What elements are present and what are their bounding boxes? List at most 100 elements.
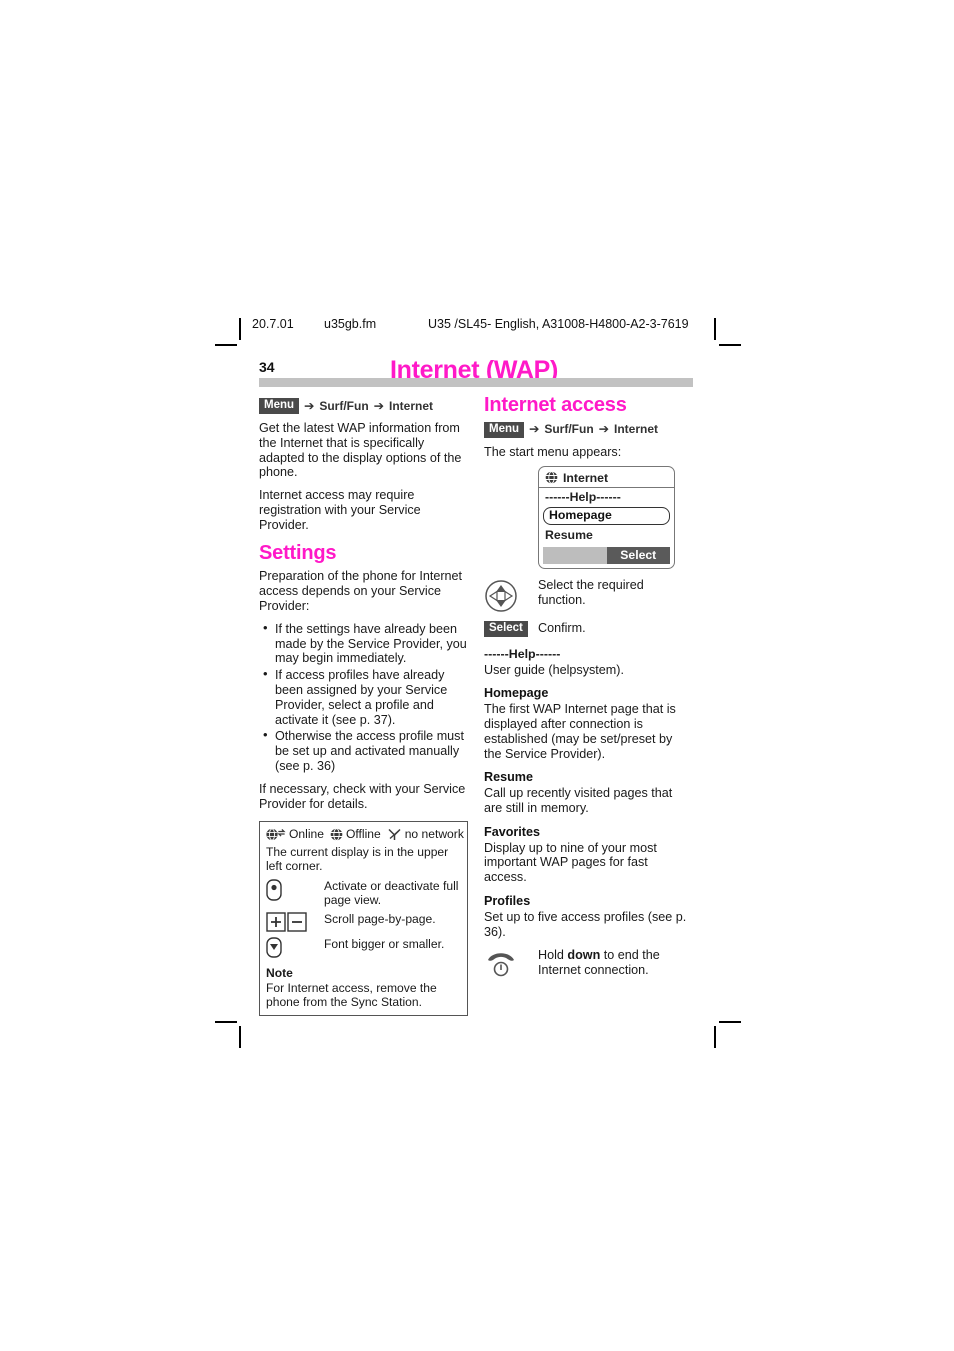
phone-softkey-bar: Select bbox=[543, 546, 670, 564]
table-row: Font bigger or smaller. bbox=[266, 935, 461, 961]
end-call-key-row: Hold down to end the Internet connection… bbox=[484, 948, 693, 979]
running-head-date: 20.7.01 bbox=[252, 317, 294, 331]
select-badge-cell: Select bbox=[484, 620, 538, 637]
phone-display-mock: Internet ------Help------ Homepage Resum… bbox=[538, 465, 693, 569]
arrow-right-icon: ➔ bbox=[304, 398, 315, 413]
page-number: 34 bbox=[259, 359, 275, 375]
running-head: 20.7.01 u35gb.fm U35 /SL45- English, A3100… bbox=[252, 317, 712, 331]
settings-bullet-list: If the settings have already been made b… bbox=[259, 621, 468, 774]
breadcrumb-item-surf-fun[interactable]: Surf/Fun bbox=[544, 422, 593, 437]
entry-heading-profiles: Profiles bbox=[484, 893, 531, 908]
intro-paragraph-2: Internet access may require registration… bbox=[259, 488, 421, 532]
entry-heading-favorites: Favorites bbox=[484, 824, 540, 839]
entry-heading-help: ------Help------ bbox=[484, 646, 561, 661]
breadcrumb-item-internet[interactable]: Internet bbox=[614, 422, 658, 437]
confirm-description: Confirm. bbox=[538, 620, 586, 635]
navigation-key-icon bbox=[484, 579, 518, 613]
table-row: Scroll page-by-page. bbox=[266, 910, 461, 935]
status-online: Online bbox=[266, 827, 324, 841]
plus-minus-keys-cell bbox=[266, 910, 324, 935]
status-note-text: The current display is in the upper left… bbox=[266, 844, 449, 873]
navigation-key-description: Select the required function. bbox=[538, 577, 644, 607]
running-head-filename: u35gb.fm bbox=[324, 317, 377, 331]
phone-screen: Internet ------Help------ Homepage Resum… bbox=[538, 465, 675, 569]
phone-screen-title: Internet bbox=[563, 470, 609, 485]
entry-text-help: User guide (helpsystem). bbox=[484, 662, 624, 677]
header-rule bbox=[259, 378, 693, 387]
crop-mark-top-right-horizontal bbox=[719, 344, 741, 346]
crop-mark-bottom-left-vertical bbox=[239, 1026, 241, 1048]
softkey-left[interactable] bbox=[543, 546, 607, 564]
crop-mark-top-left-horizontal bbox=[215, 344, 237, 346]
note-body-text: For Internet access, remove the phone fr… bbox=[266, 980, 437, 1009]
list-item: Otherwise the access profile must be set… bbox=[263, 728, 468, 773]
list-item: If access profiles have already been ass… bbox=[263, 667, 468, 727]
breadcrumb-right: Menu ➔ Surf/Fun ➔ Internet bbox=[484, 421, 693, 438]
phone-menu-item-resume[interactable]: Resume bbox=[539, 526, 674, 544]
phone-menu-item-homepage-selected[interactable]: Homepage bbox=[543, 507, 670, 525]
status-online-label: Online bbox=[289, 827, 324, 842]
note-title: Note bbox=[266, 966, 293, 981]
key-function-table: Activate or deactivate full page view. S… bbox=[266, 877, 461, 961]
internet-access-heading: Internet access bbox=[484, 394, 627, 416]
start-menu-caption: The start menu appears: bbox=[484, 444, 622, 459]
down-key-icon bbox=[266, 937, 282, 959]
status-offline-label: Offline bbox=[345, 827, 381, 842]
navigation-key-cell bbox=[484, 578, 538, 613]
full-page-view-key-icon bbox=[266, 879, 282, 901]
crop-mark-bottom-left-horizontal bbox=[215, 1021, 237, 1023]
list-item: If the settings have already been made b… bbox=[263, 621, 468, 666]
end-call-text-bold: down bbox=[567, 948, 601, 963]
settings-closing: If necessary, check with your Service Pr… bbox=[259, 781, 466, 811]
full-page-view-key-cell bbox=[266, 877, 324, 910]
crop-mark-bottom-right-vertical bbox=[714, 1026, 716, 1048]
plus-minus-keys-icon bbox=[266, 912, 308, 933]
menu-key-badge[interactable]: Menu bbox=[259, 398, 300, 414]
entry-heading-homepage: Homepage bbox=[484, 686, 549, 701]
entry-text-favorites: Display up to nine of your most importan… bbox=[484, 840, 657, 885]
phone-menu-item-help[interactable]: ------Help------ bbox=[539, 488, 674, 506]
phone-screen-title-row: Internet bbox=[539, 470, 674, 489]
settings-heading: Settings bbox=[259, 541, 337, 564]
globe-arrows-icon bbox=[266, 828, 286, 841]
end-call-text-before: Hold bbox=[538, 948, 568, 963]
entry-text-resume: Call up recently visited pages that are … bbox=[484, 786, 673, 815]
crop-mark-top-left-vertical bbox=[239, 318, 241, 340]
entry-heading-resume: Resume bbox=[484, 770, 533, 785]
end-call-description: Hold down to end the Internet connection… bbox=[538, 948, 693, 978]
breadcrumb-item-internet[interactable]: Internet bbox=[389, 399, 433, 414]
breadcrumb-item-surf-fun[interactable]: Surf/Fun bbox=[319, 399, 368, 414]
end-call-key-icon bbox=[484, 949, 518, 979]
no-network-icon bbox=[387, 828, 402, 841]
settings-intro: Preparation of the phone for Internet ac… bbox=[259, 569, 463, 613]
status-no-network: no network bbox=[387, 827, 464, 841]
breadcrumb-left: Menu ➔ Surf/Fun ➔ Internet bbox=[259, 398, 468, 414]
crop-mark-bottom-right-horizontal bbox=[719, 1021, 741, 1023]
entry-text-homepage: The first WAP Internet page that is disp… bbox=[484, 702, 676, 761]
full-page-view-description: Activate or deactivate full page view. bbox=[324, 878, 459, 908]
intro-paragraph-1: Get the latest WAP information from the … bbox=[259, 421, 462, 480]
scroll-page-description: Scroll page-by-page. bbox=[324, 912, 436, 927]
navigation-key-row: Select the required function. bbox=[484, 578, 693, 613]
select-key-badge[interactable]: Select bbox=[484, 620, 528, 637]
crop-mark-top-right-vertical bbox=[714, 318, 716, 340]
menu-key-badge[interactable]: Menu bbox=[484, 421, 525, 438]
left-column: Menu ➔ Surf/Fun ➔ Internet Get the latest WA… bbox=[259, 398, 468, 1016]
status-note-box: Online Offline no network The current di… bbox=[259, 821, 468, 1016]
globe-icon bbox=[545, 471, 558, 485]
confirm-key-row: Select Confirm. bbox=[484, 620, 693, 637]
table-row: Activate or deactivate full page view. bbox=[266, 877, 461, 910]
globe-icon bbox=[330, 828, 343, 841]
down-key-cell bbox=[266, 935, 324, 961]
status-icon-row: Online Offline no network bbox=[266, 827, 464, 841]
status-offline: Offline bbox=[330, 827, 381, 841]
softkey-right-select[interactable]: Select bbox=[606, 546, 670, 564]
font-size-description: Font bigger or smaller. bbox=[324, 937, 445, 952]
right-column: Internet access Menu ➔ Surf/Fun ➔ Internet T… bbox=[484, 394, 693, 986]
arrow-right-icon: ➔ bbox=[373, 398, 384, 413]
running-head-document-id: U35 /SL45- English, A31008-H4800-A2-3-76… bbox=[428, 317, 689, 331]
arrow-right-icon: ➔ bbox=[598, 422, 609, 437]
status-no-network-label: no network bbox=[404, 827, 464, 842]
entry-text-profiles: Set up to five access profiles (see p. 3… bbox=[484, 909, 687, 939]
end-call-key-cell bbox=[484, 948, 538, 979]
